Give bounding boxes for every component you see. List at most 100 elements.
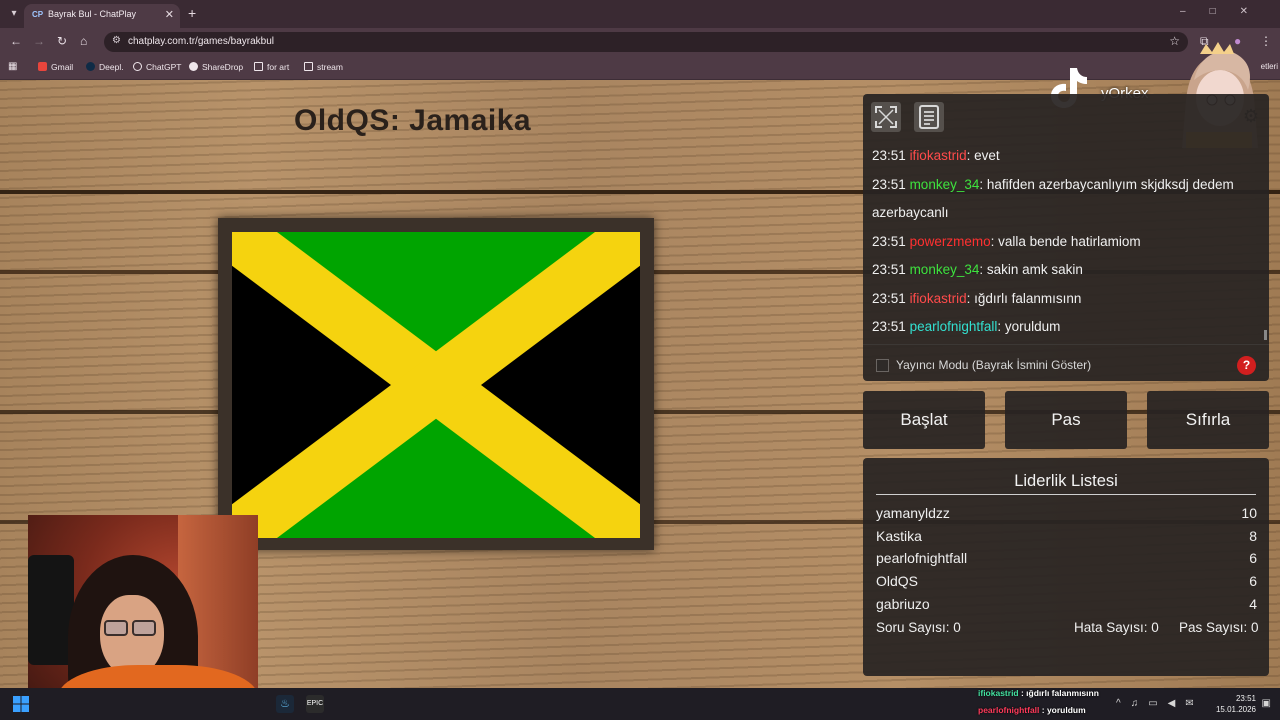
chat-username: ifiokastrid (978, 688, 1019, 698)
streamer-mode-checkbox[interactable] (876, 359, 889, 372)
chat-message: 23:51 monkey_34: sakin amk sakin (872, 256, 1257, 285)
chat-text: : yoruldum (1039, 705, 1086, 715)
chat-username: pearlofnightfall (978, 705, 1040, 715)
chat-message: 23:51 ifiokastrid: ığdırlı falanmısınn (872, 285, 1257, 314)
player-score: 8 (1249, 528, 1257, 544)
windows-start-icon[interactable] (13, 696, 29, 712)
address-bar[interactable]: ⚙ chatplay.com.tr/games/bayrakbul ☆ (104, 32, 1188, 52)
leaderboard-row: Kastika 8 (876, 528, 1257, 548)
pass-count: Pas Sayısı: 0 (1179, 620, 1259, 635)
forward-icon[interactable]: → (33, 34, 45, 48)
chat-username[interactable]: powerzmemo (910, 234, 991, 249)
glasses-left (104, 620, 128, 636)
chat-username[interactable]: ifiokastrid (910, 291, 967, 306)
close-tab-icon[interactable]: ✕ (165, 8, 174, 21)
document-list-icon (919, 105, 939, 129)
bookmark-gmail[interactable]: Gmail (38, 62, 73, 72)
reload-icon[interactable]: ↻ (57, 34, 67, 48)
chat-text: : ığdırlı falanmısınn (1018, 688, 1099, 698)
player-name: gabriuzo (876, 596, 930, 612)
leaderboard-row: pearlofnightfall 6 (876, 550, 1257, 570)
player-score: 6 (1249, 550, 1257, 566)
player-name: pearlofnightfall (876, 550, 968, 566)
bookmark-label: ShareDrop (202, 62, 244, 72)
back-icon[interactable]: ← (10, 34, 22, 48)
question-count: Soru Sayısı: 0 (876, 620, 961, 635)
bookmark-label: for art (267, 62, 290, 72)
chat-text: : evet (966, 148, 1000, 163)
chat-log: 23:51 ifiokastrid: evet 23:51 monkey_34: … (872, 142, 1257, 342)
chatgpt-icon (133, 62, 142, 71)
chat-scrollbar[interactable] (1264, 330, 1267, 340)
leaderboard-row: OldQS 6 (876, 573, 1257, 593)
taskbar-chat-line: ifiokastrid : ığdırlı falanmısınn (978, 688, 1099, 698)
player-score: 6 (1249, 573, 1257, 589)
settings-gear-icon[interactable]: ⚙ (1243, 106, 1259, 127)
bookmarks-bar: ▦ Gmail Deepl. ChatGPT ShareDrop for art… (0, 56, 1280, 80)
pass-button[interactable]: Pas (1005, 391, 1127, 449)
question-title: OldQS: Jamaika (294, 104, 532, 137)
chat-username[interactable]: ifiokastrid (910, 148, 967, 163)
chat-time: 23:51 (872, 319, 906, 334)
tab-strip: ▾ CP Bayrak Bul - ChatPlay ✕ + –□✕ (0, 0, 1280, 28)
taskbar-clock[interactable]: 23:51 15.01.2026 (1206, 693, 1256, 715)
bookmark-chatgpt[interactable]: ChatGPT (133, 62, 181, 72)
leaderboard-row: yamanyldzz 10 (876, 505, 1257, 525)
chat-username[interactable]: monkey_34 (910, 177, 980, 192)
notification-icon[interactable]: ▣ (1262, 698, 1271, 709)
chatplay-favicon-icon: CP (32, 10, 44, 19)
apps-grid-icon[interactable]: ▦ (8, 61, 17, 72)
player-score: 10 (1241, 505, 1257, 521)
bookmark-sharedrop[interactable]: ShareDrop (189, 62, 243, 72)
help-button[interactable]: ? (1237, 356, 1256, 375)
clock-time: 23:51 (1235, 694, 1256, 703)
leaderboard-panel: Liderlik Listesi yamanyldzz 10 Kastika 8… (863, 458, 1269, 676)
home-icon[interactable]: ⌂ (80, 34, 87, 48)
chat-text: : yoruldum (997, 319, 1061, 334)
bookmark-folder-stream[interactable]: stream (304, 62, 343, 72)
leaderboard-divider (876, 494, 1256, 495)
streamer-mode-label[interactable]: Yayıncı Modu (Bayrak İsmini Göster) (896, 358, 1091, 372)
leaderboard-title: Liderlik Listesi (1014, 472, 1118, 490)
tab-search-icon[interactable]: ▾ (6, 6, 22, 22)
log-button[interactable] (914, 102, 944, 132)
fullscreen-icon (875, 106, 897, 128)
streamer-mode-row: Yayıncı Modu (Bayrak İsmini Göster) ? (863, 344, 1269, 381)
tab-title: Bayrak Bul - ChatPlay (48, 9, 137, 19)
site-info-icon[interactable]: ⚙ (112, 35, 121, 46)
error-count: Hata Sayısı: 0 (1074, 620, 1159, 635)
steam-icon[interactable]: ♨ (276, 695, 294, 713)
bookmark-label: Deepl. (99, 62, 124, 72)
player-name: Kastika (876, 528, 922, 544)
reset-button[interactable]: Sıfırla (1147, 391, 1269, 449)
gmail-icon (38, 62, 47, 71)
epic-games-icon[interactable]: EPIC (306, 695, 324, 713)
window-controls[interactable]: –□✕ (1180, 6, 1272, 17)
chat-time: 23:51 (872, 262, 906, 277)
bookmark-deepl[interactable]: Deepl. (86, 62, 124, 72)
chat-time: 23:51 (872, 290, 906, 306)
folder-icon (254, 62, 263, 71)
navigation-bar: ← → ↻ ⌂ ⚙ chatplay.com.tr/games/bayrakbu… (0, 28, 1280, 56)
chat-time: 23:51 (872, 176, 906, 192)
glasses-right (132, 620, 156, 636)
chat-username[interactable]: monkey_34 (910, 262, 980, 277)
url-text[interactable]: chatplay.com.tr/games/bayrakbul (128, 36, 274, 47)
start-button[interactable]: Başlat (863, 391, 985, 449)
leaderboard-row: gabriuzo 4 (876, 596, 1257, 616)
chat-text: : sakin amk sakin (979, 262, 1083, 277)
flag-frame (218, 218, 654, 550)
chat-message: 23:51 powerzmemo: valla bende hatirlamio… (872, 228, 1257, 257)
chat-time: 23:51 (872, 233, 906, 249)
player-name: OldQS (876, 573, 919, 589)
bookmark-label: stream (317, 62, 343, 72)
player-name: yamanyldzz (876, 505, 950, 521)
fullscreen-button[interactable] (871, 102, 901, 132)
new-tab-icon[interactable]: + (188, 5, 196, 21)
chat-username[interactable]: pearlofnightfall (910, 319, 998, 334)
system-tray-icons[interactable]: ^♫▭◀✉ (1116, 698, 1204, 709)
clock-date: 15.01.2026 (1215, 705, 1256, 714)
bookmark-folder-for-art[interactable]: for art (254, 62, 289, 72)
browser-tab[interactable]: CP Bayrak Bul - ChatPlay ✕ (24, 4, 180, 28)
chat-text: : valla bende hatirlamiom (990, 233, 1141, 249)
